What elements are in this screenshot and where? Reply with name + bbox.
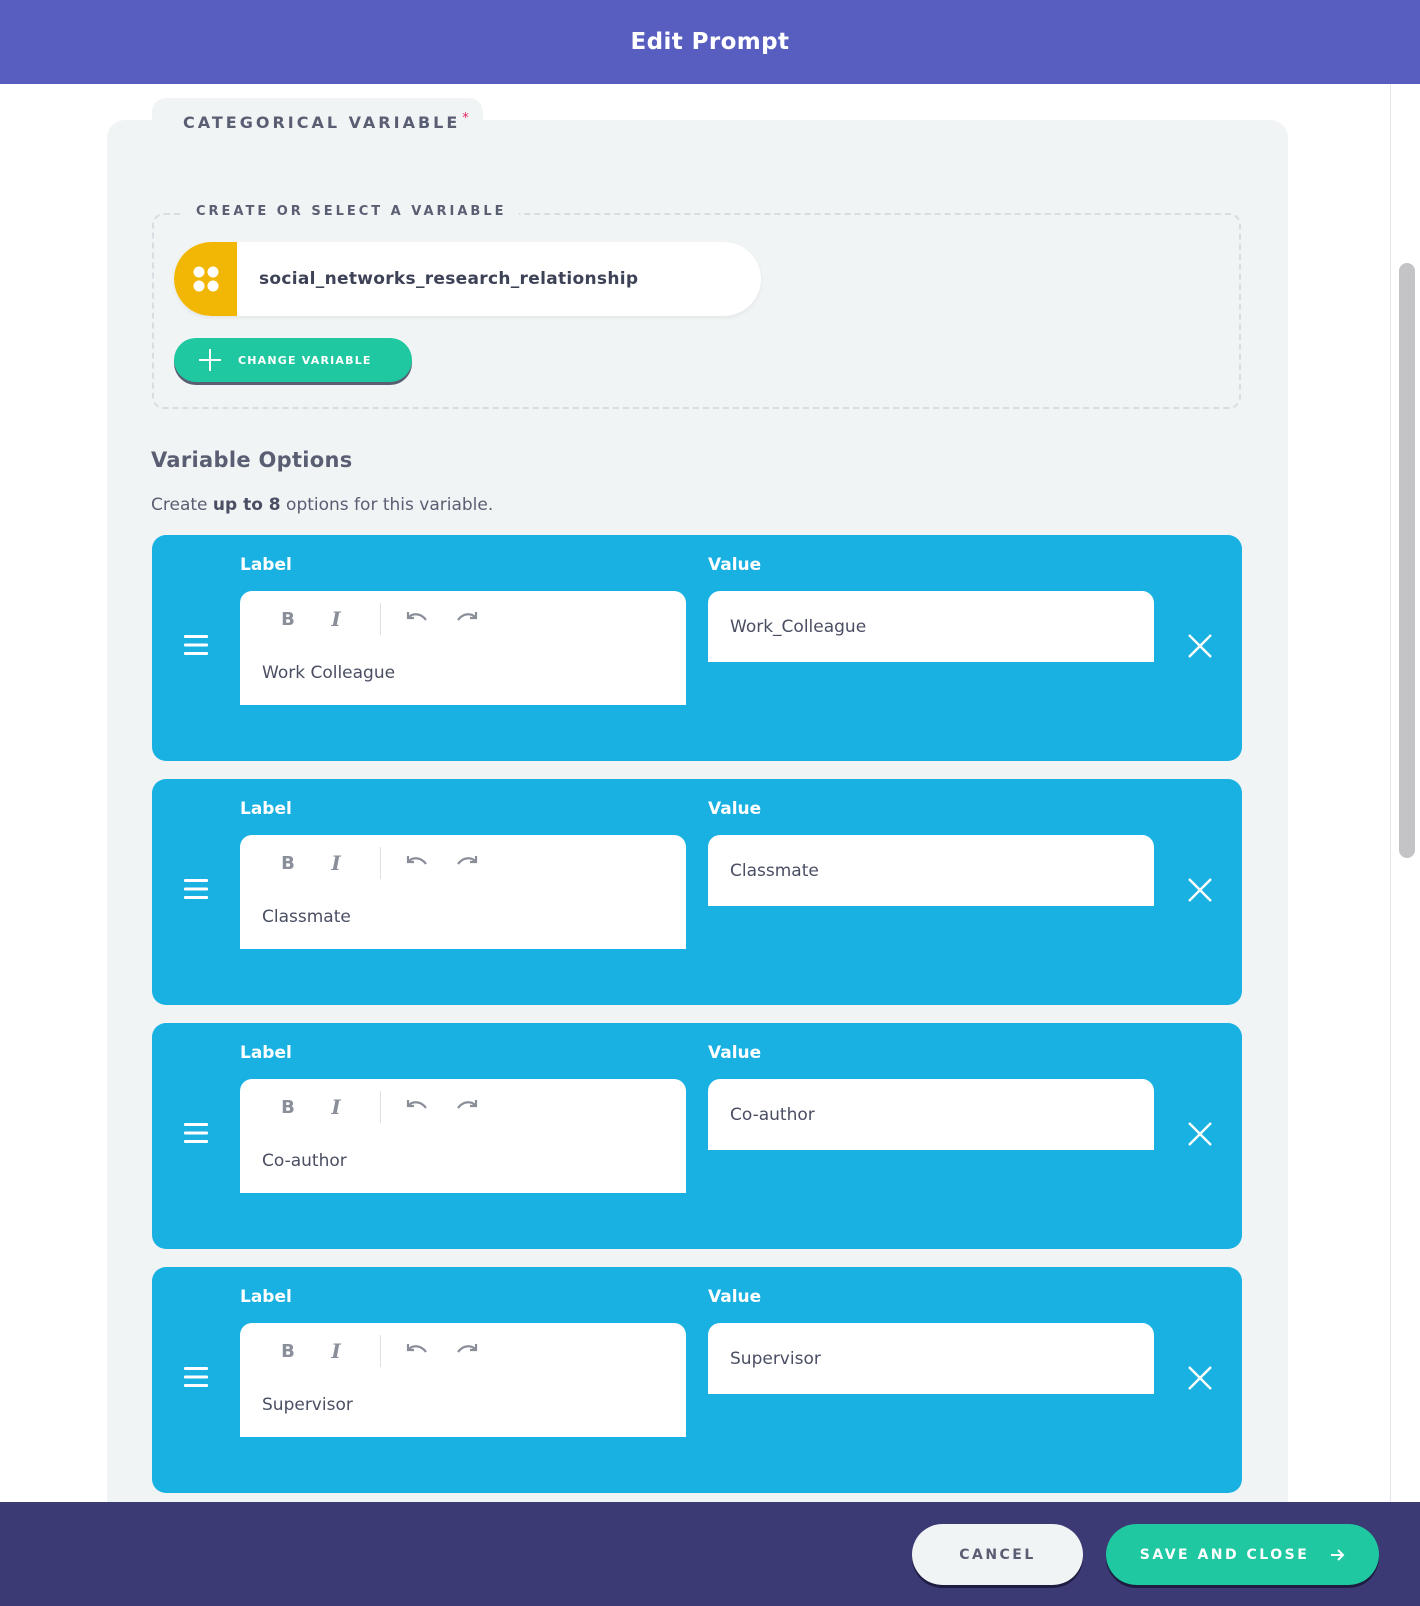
undo-icon[interactable] [405, 1339, 429, 1363]
editor-toolbar: B I [240, 1323, 686, 1379]
italic-button[interactable]: I [324, 1339, 348, 1363]
value-input[interactable] [708, 591, 1154, 662]
change-variable-label: CHANGE VARIABLE [238, 353, 372, 367]
help-limit: up to 8 [212, 495, 281, 515]
variable-name: social_networks_research_relationship [259, 269, 639, 289]
editor-toolbar: B I [240, 835, 686, 891]
plus-icon [199, 349, 221, 371]
italic-button[interactable]: I [324, 1095, 348, 1119]
change-variable-button[interactable]: CHANGE VARIABLE [174, 338, 412, 382]
undo-icon[interactable] [405, 851, 429, 875]
footer-bar: CANCEL SAVE AND CLOSE [0, 1502, 1420, 1606]
label-editor[interactable]: B I Work Colleague [240, 591, 686, 705]
value-input[interactable] [708, 1323, 1154, 1394]
label-text: Classmate [262, 907, 351, 927]
selected-variable-pill[interactable]: social_networks_research_relationship [174, 242, 761, 316]
option-card[interactable]: Label Value B I Co-author [152, 1023, 1242, 1249]
section-tab: CATEGORICAL VARIABLE * [152, 98, 483, 146]
page-title: Edit Prompt [630, 29, 790, 55]
label-text: Work Colleague [262, 663, 396, 683]
label-text: Supervisor [262, 1395, 353, 1415]
label-header: Label [240, 1287, 292, 1307]
editor-toolbar: B I [240, 1079, 686, 1135]
option-card[interactable]: Label Value B I Supervisor [152, 1267, 1242, 1493]
bold-button[interactable]: B [276, 607, 300, 631]
options-heading: Variable Options [151, 448, 353, 472]
scrollbar-thumb[interactable] [1399, 263, 1415, 858]
label-editor[interactable]: B I Supervisor [240, 1323, 686, 1437]
drag-handle-icon[interactable] [183, 634, 209, 656]
toolbar-divider [380, 1335, 381, 1367]
close-icon[interactable] [1186, 1364, 1214, 1392]
toolbar-divider [380, 603, 381, 635]
label-text: Co-author [262, 1151, 347, 1171]
option-card[interactable]: Label Value B I Work Colleague [152, 535, 1242, 761]
undo-icon[interactable] [405, 607, 429, 631]
label-header: Label [240, 1043, 292, 1063]
label-editor[interactable]: B I Co-author [240, 1079, 686, 1193]
redo-icon[interactable] [455, 607, 479, 631]
help-prefix: Create [151, 495, 213, 515]
drag-handle-icon[interactable] [183, 1122, 209, 1144]
bold-button[interactable]: B [276, 1339, 300, 1363]
scroll-area[interactable]: CATEGORICAL VARIABLE * CREATE OR SELECT … [0, 84, 1420, 1502]
section-title: CATEGORICAL VARIABLE [183, 112, 461, 132]
close-icon[interactable] [1186, 632, 1214, 660]
close-icon[interactable] [1186, 1120, 1214, 1148]
close-icon[interactable] [1186, 876, 1214, 904]
option-card[interactable]: Label Value B I Classmate [152, 779, 1242, 1005]
help-suffix: options for this variable. [280, 495, 494, 515]
drag-handle-icon[interactable] [183, 878, 209, 900]
value-input[interactable] [708, 835, 1154, 906]
value-input[interactable] [708, 1079, 1154, 1150]
redo-icon[interactable] [455, 1339, 479, 1363]
redo-icon[interactable] [455, 851, 479, 875]
bold-button[interactable]: B [276, 851, 300, 875]
toolbar-divider [380, 847, 381, 879]
title-bar: Edit Prompt [0, 0, 1420, 84]
label-editor[interactable]: B I Classmate [240, 835, 686, 949]
arrow-right-icon [1331, 1548, 1345, 1561]
value-header: Value [708, 799, 762, 819]
value-header: Value [708, 555, 762, 575]
italic-button[interactable]: I [324, 851, 348, 875]
edit-prompt-window: Edit Prompt CATEGORICAL VARIABLE * CREAT… [0, 0, 1420, 1606]
value-header: Value [708, 1287, 762, 1307]
bold-button[interactable]: B [276, 1095, 300, 1119]
toolbar-divider [380, 1091, 381, 1123]
redo-icon[interactable] [455, 1095, 479, 1119]
fieldset-legend: CREATE OR SELECT A VARIABLE [184, 204, 519, 219]
required-indicator: * [462, 110, 469, 126]
save-and-close-label: SAVE AND CLOSE [1139, 1546, 1310, 1563]
label-header: Label [240, 555, 292, 575]
value-header: Value [708, 1043, 762, 1063]
italic-button[interactable]: I [324, 607, 348, 631]
editor-toolbar: B I [240, 591, 686, 647]
options-help-text: Create up to 8 options for this variable… [151, 495, 493, 515]
drag-handle-icon[interactable] [183, 1366, 209, 1388]
label-header: Label [240, 799, 292, 819]
save-and-close-button[interactable]: SAVE AND CLOSE [1106, 1524, 1379, 1585]
undo-icon[interactable] [405, 1095, 429, 1119]
cancel-button[interactable]: CANCEL [912, 1524, 1083, 1585]
